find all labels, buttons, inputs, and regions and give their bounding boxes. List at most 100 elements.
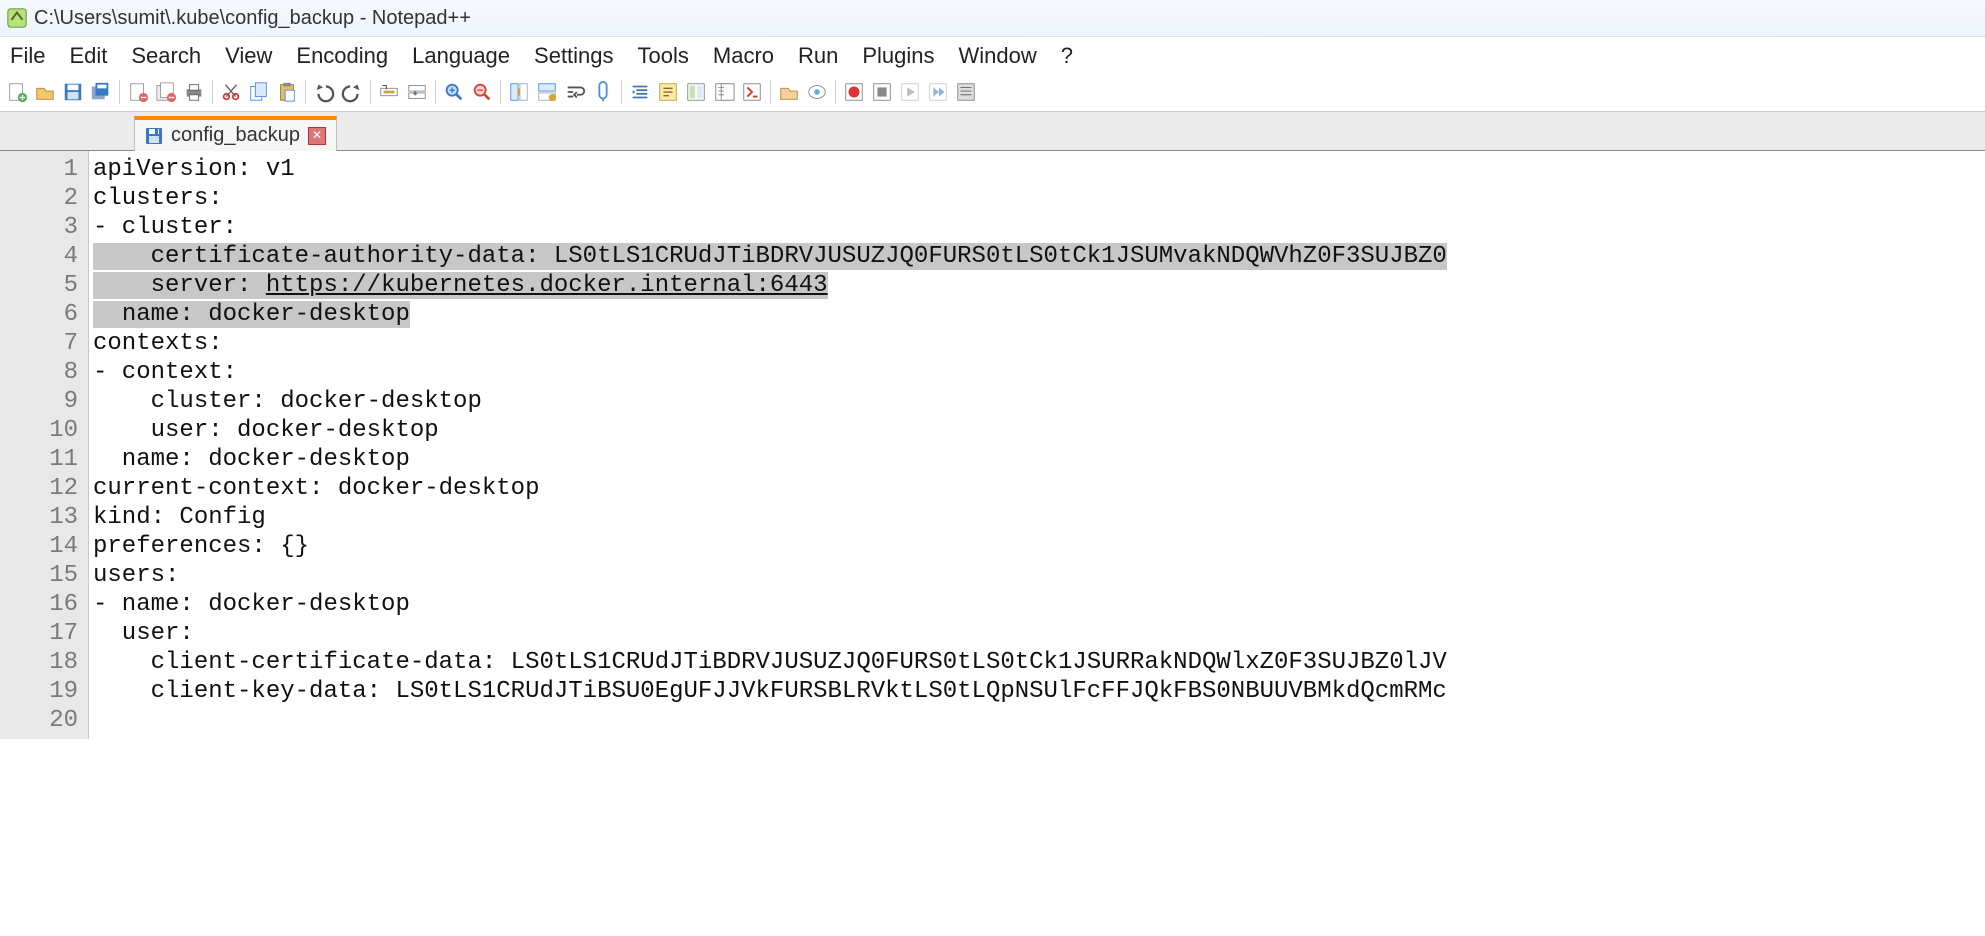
code-line[interactable]: kind: Config <box>93 503 1985 532</box>
menu-run[interactable]: Run <box>798 43 838 69</box>
doc-list-icon[interactable] <box>711 79 737 105</box>
line-number: 16 <box>0 590 78 619</box>
line-number: 13 <box>0 503 78 532</box>
paste-icon[interactable] <box>274 79 300 105</box>
function-list-icon[interactable] <box>739 79 765 105</box>
save-icon <box>145 127 163 145</box>
code-line[interactable]: cluster: docker-desktop <box>93 387 1985 416</box>
tab-config-backup[interactable]: config_backup ✕ <box>134 116 337 151</box>
redo-icon[interactable] <box>339 79 365 105</box>
print-icon[interactable] <box>181 79 207 105</box>
code-line[interactable]: users: <box>93 561 1985 590</box>
code-line[interactable]: user: docker-desktop <box>93 416 1985 445</box>
line-number: 9 <box>0 387 78 416</box>
udl-icon[interactable] <box>655 79 681 105</box>
code-line[interactable]: user: <box>93 619 1985 648</box>
toolbar-separator <box>770 80 771 104</box>
menu-edit[interactable]: Edit <box>69 43 107 69</box>
save-icon[interactable] <box>60 79 86 105</box>
code-text: current-context: docker-desktop <box>93 475 539 502</box>
line-number: 3 <box>0 213 78 242</box>
code-line[interactable] <box>93 706 1985 735</box>
code-text: cluster: docker-desktop <box>93 388 482 415</box>
menu-search[interactable]: Search <box>131 43 201 69</box>
open-file-icon[interactable] <box>32 79 58 105</box>
code-area[interactable]: apiVersion: v1clusters:- cluster: certif… <box>89 151 1985 739</box>
cut-icon[interactable] <box>218 79 244 105</box>
find-icon[interactable] <box>376 79 402 105</box>
save-macro-icon[interactable] <box>953 79 979 105</box>
code-line[interactable]: current-context: docker-desktop <box>93 474 1985 503</box>
titlebar[interactable]: C:\Users\sumit\.kube\config_backup - Not… <box>0 0 1985 37</box>
wrap-icon[interactable] <box>562 79 588 105</box>
line-number: 12 <box>0 474 78 503</box>
play-multi-icon[interactable] <box>925 79 951 105</box>
save-all-icon[interactable] <box>88 79 114 105</box>
code-line[interactable]: apiVersion: v1 <box>93 155 1985 184</box>
toolbar-separator <box>435 80 436 104</box>
code-line[interactable]: client-certificate-data: LS0tLS1CRUdJTiB… <box>93 648 1985 677</box>
url-link[interactable]: https://kubernetes.docker.internal:6443 <box>266 272 828 299</box>
new-file-icon[interactable] <box>4 79 30 105</box>
record-macro-icon[interactable] <box>841 79 867 105</box>
line-number: 7 <box>0 329 78 358</box>
line-number: 15 <box>0 561 78 590</box>
menu-encoding[interactable]: Encoding <box>296 43 388 69</box>
doc-map-icon[interactable] <box>683 79 709 105</box>
menu-file[interactable]: File <box>10 43 45 69</box>
sync-v-icon[interactable] <box>506 79 532 105</box>
editor[interactable]: 1234567891011121314151617181920 apiVersi… <box>0 151 1985 739</box>
menu-view[interactable]: View <box>225 43 272 69</box>
tab-label: config_backup <box>171 124 300 147</box>
code-text: name: docker-desktop <box>93 446 410 473</box>
code-line[interactable]: client-key-data: LS0tLS1CRUdJTiBSU0EgUFJ… <box>93 677 1985 706</box>
play-macro-icon[interactable] <box>897 79 923 105</box>
line-number: 20 <box>0 706 78 735</box>
menu-window[interactable]: Window <box>959 43 1037 69</box>
tabstrip[interactable]: config_backup ✕ <box>0 111 1985 151</box>
stop-macro-icon[interactable] <box>869 79 895 105</box>
undo-icon[interactable] <box>311 79 337 105</box>
code-text: clusters: <box>93 185 223 212</box>
selection <box>93 301 122 328</box>
zoom-out-icon[interactable] <box>469 79 495 105</box>
indent-guide-icon[interactable] <box>627 79 653 105</box>
monitor-icon[interactable] <box>804 79 830 105</box>
copy-icon[interactable] <box>246 79 272 105</box>
selection <box>93 243 151 270</box>
folder-icon[interactable] <box>776 79 802 105</box>
code-line[interactable]: name: docker-desktop <box>93 300 1985 329</box>
code-line[interactable]: server: https://kubernetes.docker.intern… <box>93 271 1985 300</box>
line-number: 8 <box>0 358 78 387</box>
menu-tools[interactable]: Tools <box>638 43 689 69</box>
code-text: contexts: <box>93 330 223 357</box>
toolbar-separator <box>835 80 836 104</box>
menu-macro[interactable]: Macro <box>713 43 774 69</box>
close-file-icon[interactable] <box>125 79 151 105</box>
selection: server: <box>151 272 266 299</box>
line-number: 2 <box>0 184 78 213</box>
replace-icon[interactable] <box>404 79 430 105</box>
code-line[interactable]: - name: docker-desktop <box>93 590 1985 619</box>
menu-help[interactable]: ? <box>1061 43 1073 69</box>
zoom-in-icon[interactable] <box>441 79 467 105</box>
code-line[interactable]: preferences: {} <box>93 532 1985 561</box>
line-number: 19 <box>0 677 78 706</box>
close-icon[interactable]: ✕ <box>308 127 326 145</box>
code-line[interactable]: name: docker-desktop <box>93 445 1985 474</box>
code-line[interactable]: - context: <box>93 358 1985 387</box>
menu-plugins[interactable]: Plugins <box>862 43 934 69</box>
menubar: File Edit Search View Encoding Language Settin… <box>0 37 1985 77</box>
menu-settings[interactable]: Settings <box>534 43 614 69</box>
code-line[interactable]: - cluster: <box>93 213 1985 242</box>
close-all-icon[interactable] <box>153 79 179 105</box>
code-line[interactable]: contexts: <box>93 329 1985 358</box>
code-line[interactable]: certificate-authority-data: LS0tLS1CRUdJ… <box>93 242 1985 271</box>
gutter: 1234567891011121314151617181920 <box>0 151 89 739</box>
menu-language[interactable]: Language <box>412 43 510 69</box>
code-line[interactable]: clusters: <box>93 184 1985 213</box>
selection: name: docker-desktop <box>122 301 410 328</box>
sync-h-icon[interactable] <box>534 79 560 105</box>
code-text: preferences: {} <box>93 533 309 560</box>
show-all-chars-icon[interactable] <box>590 79 616 105</box>
